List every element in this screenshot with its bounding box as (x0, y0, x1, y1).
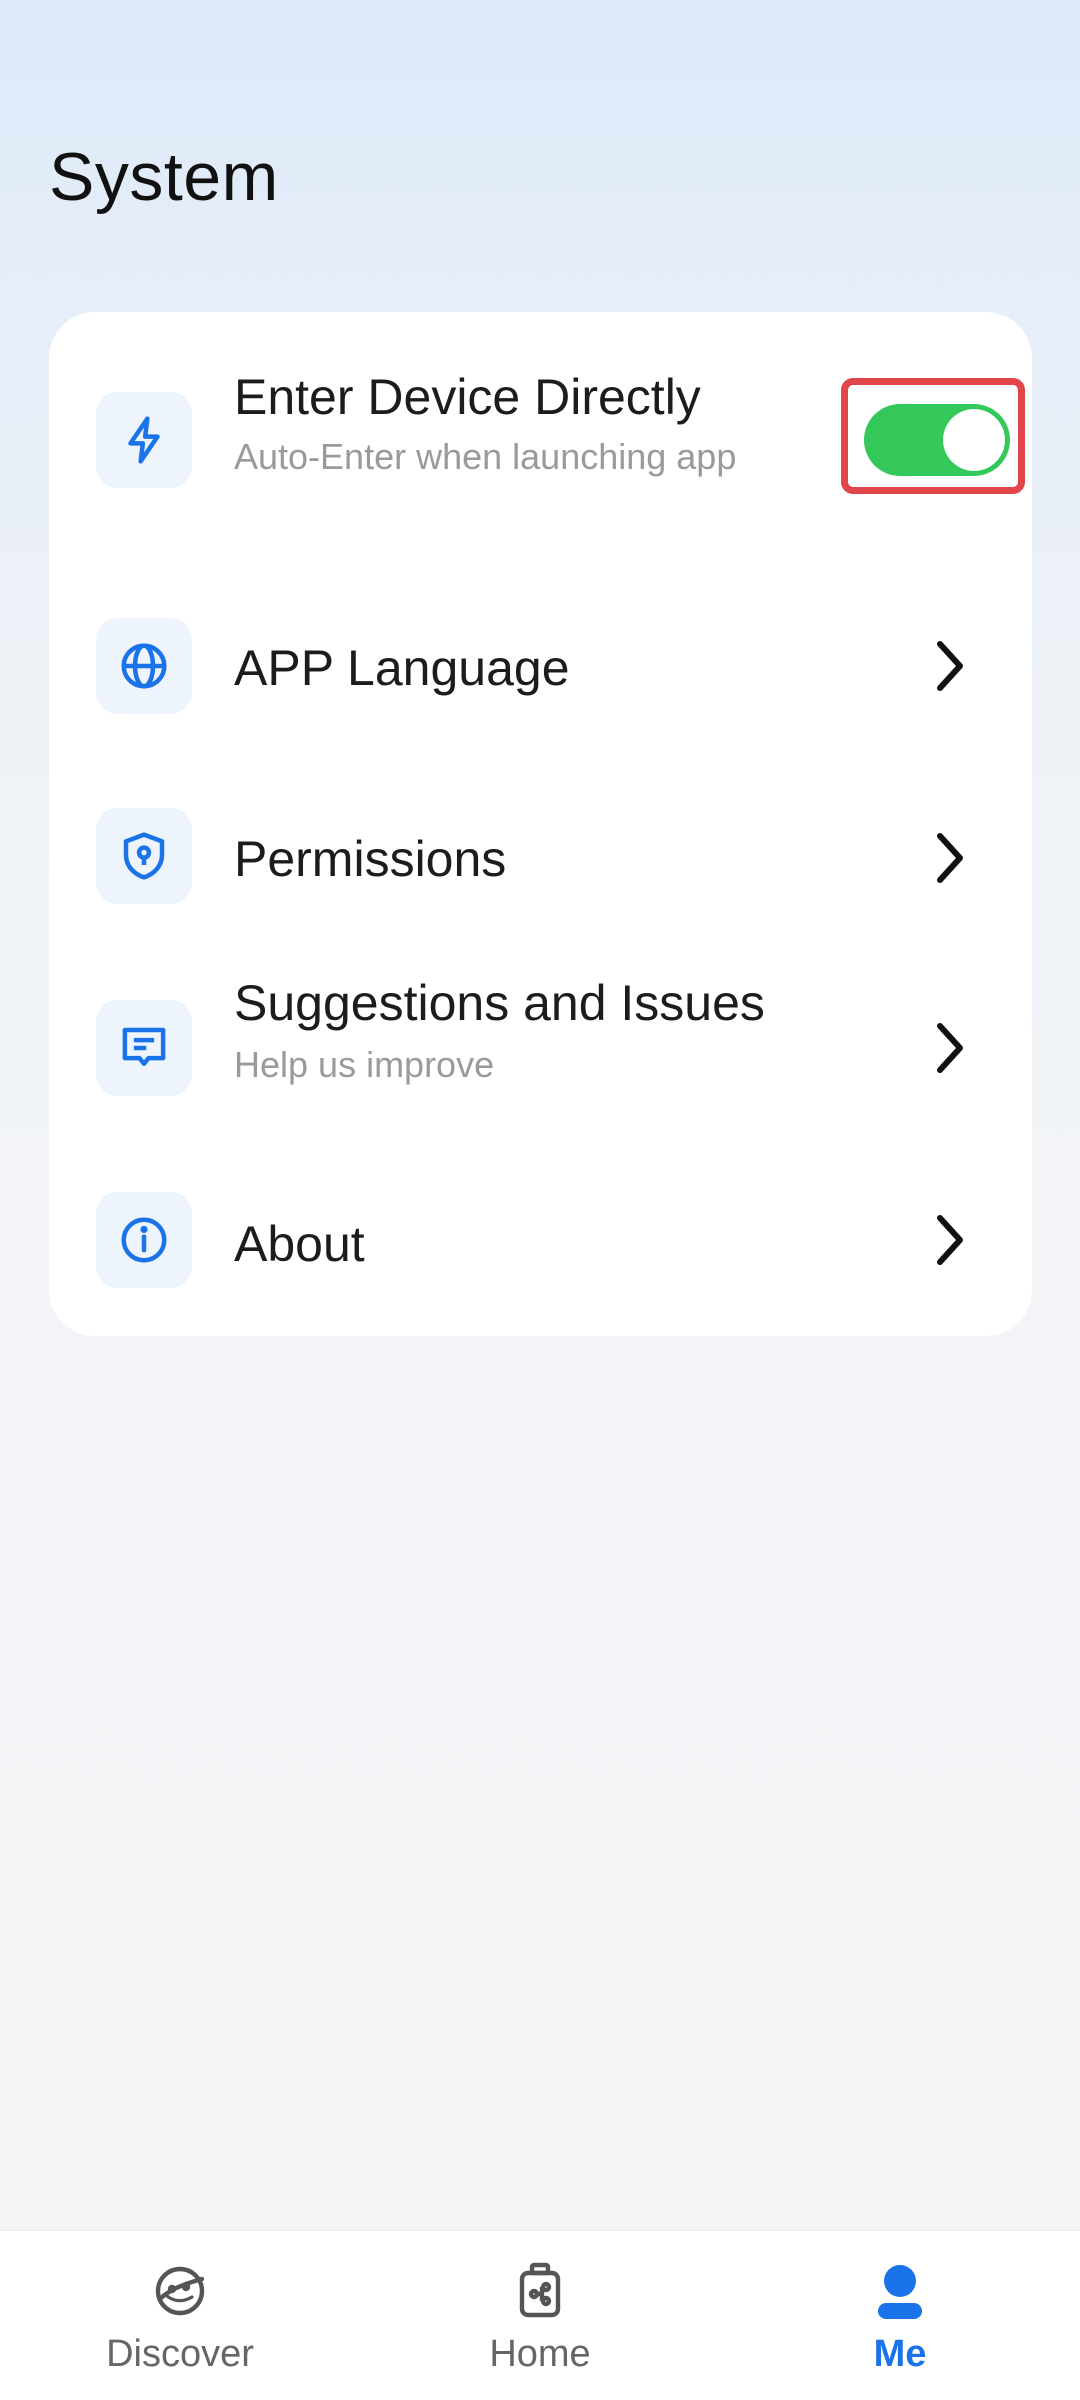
chevron-right-icon (937, 1023, 963, 1073)
enter-device-toggle[interactable] (864, 404, 1010, 476)
shield-lock-icon (96, 808, 192, 904)
person-icon (878, 2265, 922, 2319)
setting-title: APP Language (234, 640, 570, 696)
setting-title: Suggestions and Issues (234, 975, 765, 1031)
page-title: System (49, 139, 279, 215)
feedback-message-icon (96, 1000, 192, 1096)
info-icon (96, 1192, 192, 1288)
chevron-right-icon (937, 641, 963, 691)
setting-about[interactable]: About (49, 1172, 1032, 1332)
bottom-navigation: Discover Home Me (0, 2230, 1080, 2400)
planet-face-icon (155, 2266, 205, 2316)
setting-title: Permissions (234, 831, 507, 887)
nav-discover[interactable]: Discover (0, 2231, 360, 2400)
toggle-knob (943, 409, 1005, 471)
settings-card: Enter Device Directly Auto-Enter when la… (49, 312, 1032, 1336)
lightning-icon (96, 392, 192, 488)
setting-title: About (234, 1216, 365, 1272)
setting-enter-device-directly[interactable]: Enter Device Directly Auto-Enter when la… (49, 312, 1032, 512)
setting-subtitle: Help us improve (234, 1044, 495, 1085)
setting-app-language[interactable]: APP Language (49, 594, 1032, 774)
setting-title: Enter Device Directly (234, 369, 701, 425)
setting-suggestions-issues[interactable]: Suggestions and Issues Help us improve (49, 974, 1032, 1164)
nav-me[interactable]: Me (720, 2231, 1080, 2400)
chevron-right-icon (937, 1215, 963, 1265)
nav-label: Discover (106, 2333, 254, 2375)
setting-permissions[interactable]: Permissions (49, 786, 1032, 966)
nav-label: Me (873, 2333, 927, 2375)
nav-home[interactable]: Home (360, 2231, 720, 2400)
chevron-right-icon (937, 833, 963, 883)
setting-subtitle: Auto-Enter when launching app (234, 436, 737, 477)
device-hub-icon (519, 2262, 561, 2318)
nav-label: Home (489, 2333, 591, 2375)
globe-icon (96, 618, 192, 714)
